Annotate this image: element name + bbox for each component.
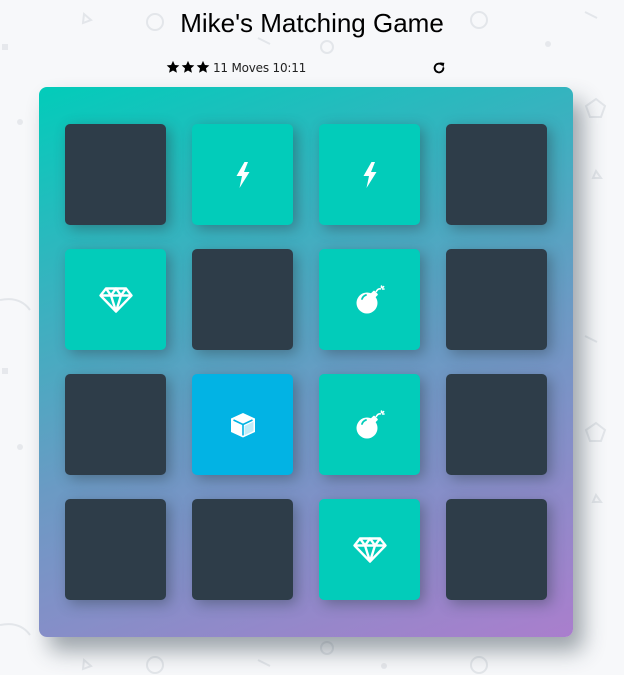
bomb-icon (356, 284, 385, 313)
star-icon (181, 60, 195, 74)
card-closed[interactable] (192, 499, 293, 600)
bolt-icon (236, 161, 249, 188)
card-closed[interactable] (192, 249, 293, 350)
bomb-icon (356, 409, 385, 438)
star-rating (166, 60, 210, 74)
card-closed[interactable] (65, 374, 166, 475)
diamond-icon (98, 286, 133, 313)
card-closed[interactable] (446, 249, 547, 350)
card-closed[interactable] (446, 124, 547, 225)
card-match[interactable] (192, 124, 293, 225)
diamond-icon (352, 536, 387, 563)
score-panel: 11 Moves 10:11 (166, 60, 448, 80)
card-closed[interactable] (446, 374, 547, 475)
cube-icon (230, 412, 255, 437)
card-match[interactable] (319, 124, 420, 225)
card-closed[interactable] (65, 124, 166, 225)
moves-and-timer: 11 Moves 10:11 (213, 61, 307, 75)
card-closed[interactable] (446, 499, 547, 600)
card-match[interactable] (319, 249, 420, 350)
star-icon (196, 60, 210, 74)
card-open[interactable] (192, 374, 293, 475)
card-deck (39, 87, 573, 637)
page-title: Mike's Matching Game (180, 8, 444, 38)
bolt-icon (363, 161, 376, 188)
card-match[interactable] (319, 499, 420, 600)
card-match[interactable] (319, 374, 420, 475)
star-icon (166, 60, 180, 74)
card-match[interactable] (65, 249, 166, 350)
restart-icon (433, 62, 445, 74)
card-closed[interactable] (65, 499, 166, 600)
restart-button[interactable] (432, 61, 448, 77)
